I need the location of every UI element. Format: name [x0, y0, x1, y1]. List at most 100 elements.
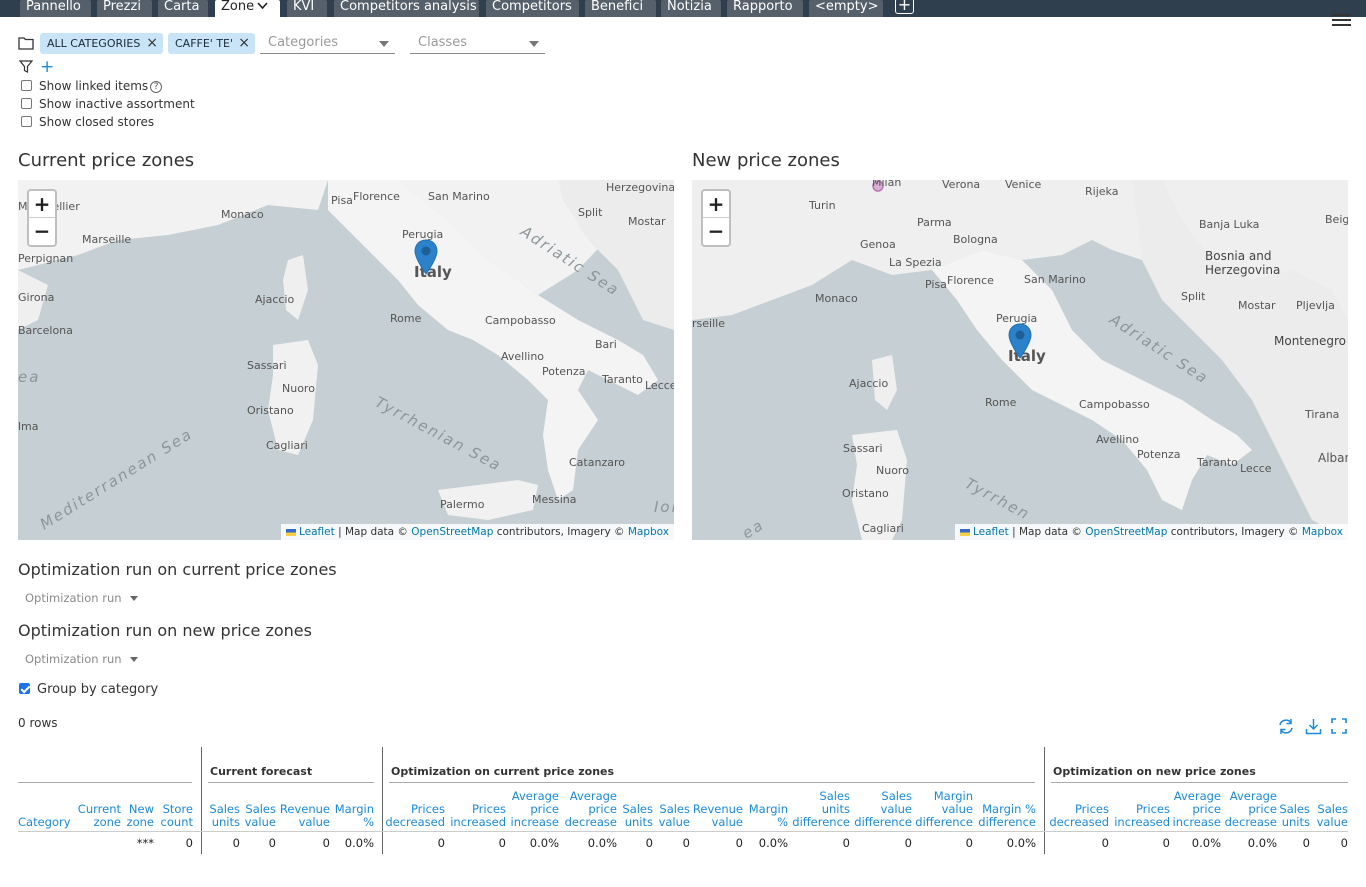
map-label: Sassari — [843, 442, 883, 455]
column-header[interactable]: Revenue value — [693, 787, 743, 829]
column-header[interactable]: Store count — [157, 787, 193, 829]
column-header-label: Sales units — [622, 802, 653, 829]
map-label: Taranto — [602, 373, 643, 386]
classes-select[interactable]: Classes — [410, 33, 545, 54]
optimization-run-current-select[interactable]: Optimization run — [25, 591, 138, 605]
zoom-out-button[interactable]: − — [703, 218, 729, 245]
column-header[interactable]: Prices increased — [448, 787, 506, 829]
column-header[interactable]: Average price increase — [509, 787, 559, 829]
map-label: Pisa — [331, 194, 353, 207]
add-tab-button[interactable]: + — [895, 0, 914, 14]
column-header[interactable]: Sales value — [655, 787, 690, 829]
remove-chip-icon[interactable]: × — [238, 33, 250, 53]
show-closed-stores-checkbox[interactable] — [21, 116, 32, 127]
column-header[interactable]: Margin% — [746, 787, 788, 829]
tab-empty[interactable]: <empty> — [809, 0, 883, 17]
zoom-out-button[interactable]: − — [29, 218, 55, 245]
group-current-forecast: Current forecast — [210, 765, 313, 778]
new-price-zones-map[interactable]: Adriatic Sea Tyrrhen ea Milan Verona Ven… — [692, 180, 1348, 540]
fullscreen-icon[interactable] — [1331, 718, 1347, 734]
column-header[interactable]: Sales units difference — [792, 787, 850, 829]
leaflet-link[interactable]: Leaflet — [299, 526, 335, 538]
map-label: Venice — [1005, 180, 1042, 191]
column-header[interactable]: Average price decrease — [563, 787, 617, 829]
column-header[interactable]: New zone — [124, 787, 154, 829]
group-header-line — [208, 782, 374, 783]
tab-competitors-analysis[interactable]: Competitors analysis — [334, 0, 479, 17]
map-marker-icon[interactable] — [414, 239, 438, 275]
optimization-run-new-select[interactable]: Optimization run — [25, 652, 138, 666]
map-label: Verona — [942, 180, 981, 191]
openstreetmap-link[interactable]: OpenStreetMap — [411, 526, 493, 538]
menu-icon[interactable] — [1332, 14, 1351, 28]
tab-zone[interactable]: Zone — [215, 0, 280, 18]
group-by-category-checkbox[interactable] — [19, 683, 30, 694]
tab-competitors[interactable]: Competitors — [486, 0, 579, 17]
column-header[interactable]: Sales units — [617, 787, 653, 829]
attribution-text: contributors, Imagery © — [1167, 526, 1302, 538]
zoom-in-button[interactable]: + — [703, 191, 729, 218]
chip-label: CAFFE' TE' — [175, 37, 234, 50]
attribution-text: | Map data © — [334, 526, 412, 538]
tab-benefici[interactable]: Benefici — [585, 0, 656, 17]
map-marker-icon[interactable] — [1008, 323, 1032, 359]
zoom-in-button[interactable]: + — [29, 191, 55, 218]
column-header-label: Store count — [160, 802, 193, 829]
column-header[interactable]: Prices increased — [1112, 787, 1170, 829]
column-header[interactable]: Sales units — [1279, 787, 1310, 829]
tab-pannello[interactable]: Pannello — [20, 0, 91, 17]
leaflet-link[interactable]: Leaflet — [973, 526, 1009, 538]
map-label: Monaco — [221, 208, 264, 221]
group-header-line — [18, 782, 192, 783]
refresh-icon[interactable] — [1277, 718, 1295, 735]
remove-chip-icon[interactable]: × — [146, 33, 158, 53]
map-label: Rijeka — [1085, 185, 1119, 198]
download-icon[interactable] — [1305, 718, 1322, 735]
mapbox-link[interactable]: Mapbox — [628, 526, 669, 538]
column-header-label: Category — [18, 815, 71, 829]
column-header[interactable]: Margin value difference — [915, 787, 973, 829]
categories-select[interactable]: Categories — [260, 33, 395, 54]
map-label: Cagliari — [862, 522, 904, 535]
mapbox-link[interactable]: Mapbox — [1302, 526, 1343, 538]
column-header[interactable]: Average price increase — [1173, 787, 1221, 829]
column-header[interactable]: Category — [18, 787, 76, 829]
show-inactive-assortment-row[interactable]: Show inactive assortment — [21, 96, 195, 112]
column-header[interactable]: Margin% — [332, 787, 374, 829]
map-label: Girona — [18, 291, 55, 304]
column-header[interactable]: Sales value difference — [853, 787, 912, 829]
tab-kvi[interactable]: KVI — [287, 0, 327, 17]
column-header[interactable]: Margin % difference — [976, 787, 1036, 829]
tab-rapporto[interactable]: Rapporto — [727, 0, 803, 17]
optimization-current-title: Optimization run on current price zones — [18, 560, 337, 579]
tab-notizia[interactable]: Notizia — [661, 0, 721, 17]
column-header-label: Average price decrease — [564, 789, 617, 829]
openstreetmap-link[interactable]: OpenStreetMap — [1085, 526, 1167, 538]
tab-prezzi[interactable]: Prezzi — [97, 0, 152, 17]
column-header[interactable]: Revenue value — [278, 787, 330, 829]
column-header[interactable]: Sales value — [243, 787, 276, 829]
column-header[interactable]: Prices decreased — [385, 787, 445, 829]
tab-carta[interactable]: Carta — [158, 0, 208, 17]
add-filter-button[interactable]: + — [40, 57, 54, 77]
table-cell: *** — [136, 836, 154, 850]
categories-placeholder: Categories — [268, 35, 339, 50]
column-header[interactable]: Sales units — [207, 787, 240, 829]
show-linked-items-row[interactable]: Show linked items? — [21, 78, 163, 94]
show-inactive-assortment-checkbox[interactable] — [21, 98, 32, 109]
show-linked-items-checkbox[interactable] — [21, 80, 32, 91]
folder-icon[interactable] — [18, 36, 34, 50]
group-by-category-row[interactable]: Group by category — [19, 682, 158, 698]
table-cell: 0 — [842, 836, 850, 850]
map-label: Cagliari — [266, 439, 308, 452]
map-label: La Spezia — [889, 256, 942, 269]
column-header[interactable]: Current zone — [78, 787, 121, 829]
help-icon[interactable]: ? — [150, 80, 163, 93]
current-price-zones-map[interactable]: Adriatic Sea Tyrrhenian Sea Mediterranea… — [18, 180, 674, 540]
show-closed-stores-row[interactable]: Show closed stores — [21, 114, 154, 130]
column-header[interactable]: Prices decreased — [1049, 787, 1109, 829]
map-label: Turin — [809, 199, 836, 212]
column-header[interactable]: Average price decrease — [1225, 787, 1277, 829]
filter-icon[interactable] — [19, 60, 33, 73]
column-header[interactable]: Sales value — [1313, 787, 1348, 829]
